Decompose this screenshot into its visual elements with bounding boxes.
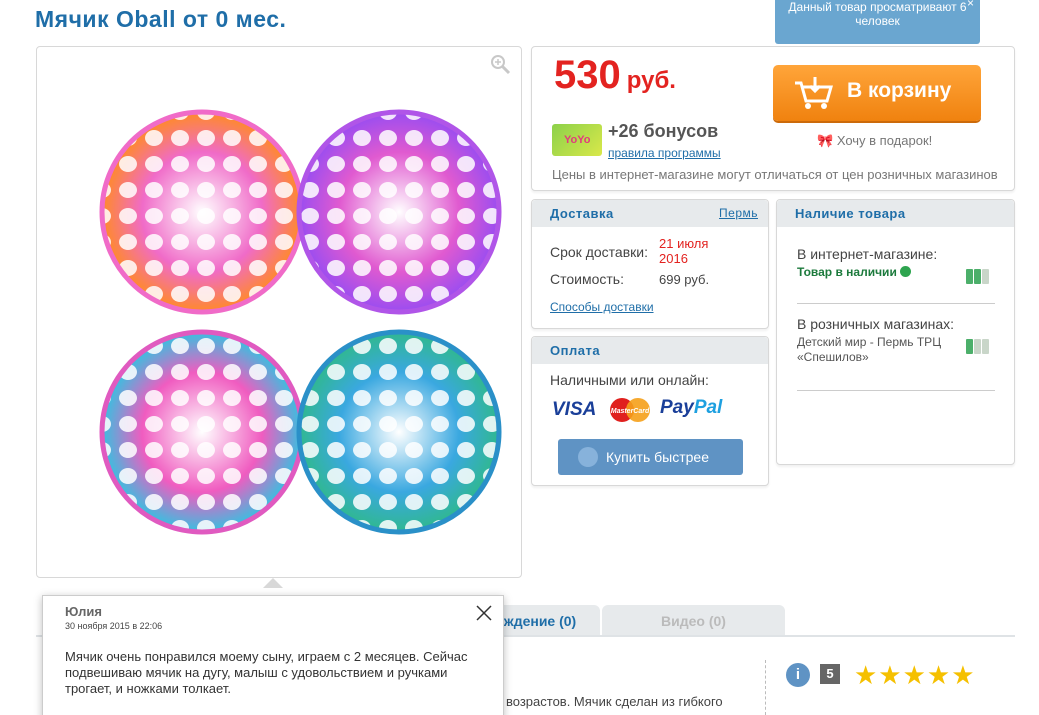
gallery-pointer — [263, 578, 283, 588]
bonus-card-icon: YoYo — [552, 124, 602, 156]
city-link[interactable]: Пермь — [719, 206, 758, 220]
stock-level-bar — [966, 269, 973, 284]
stock-retail-bars — [966, 339, 990, 359]
review-text: Мячик очень понравился моему сыну, играе… — [65, 649, 468, 696]
bonus-card-label: YoYo — [564, 134, 591, 146]
stock-retail-label: В розничных магазинах: — [797, 316, 955, 332]
review-popup: Юлия 30 ноября 2015 в 22:06 Мячик очень … — [42, 595, 504, 715]
bonus-amount: +26 бонусов — [608, 121, 719, 141]
viewers-text: Данный товар просматривают 6 человек — [788, 0, 967, 28]
price-value: 530 — [554, 53, 621, 97]
check-icon — [899, 266, 911, 277]
star-rating: ★★★★★ — [854, 660, 976, 690]
cart-icon — [795, 77, 833, 109]
delivery-title: Доставка — [550, 206, 614, 221]
payment-card: Оплата Наличными или онлайн: VISA Master… — [531, 336, 769, 486]
gift-link[interactable]: 🎀 Хочу в подарок! — [817, 133, 932, 149]
bonus-rules-link[interactable]: правила программы — [608, 146, 721, 160]
delivery-term-label: Срок доставки: — [550, 244, 648, 260]
bag-icon — [578, 447, 598, 467]
divider — [797, 390, 995, 391]
product-image — [99, 109, 502, 535]
stock-level-bar — [974, 339, 981, 354]
stock-level-bar — [974, 269, 981, 284]
product-title: Мячик Oball от 0 мес. — [35, 6, 287, 32]
info-icon[interactable]: i — [786, 663, 810, 687]
price: 530 руб. — [554, 53, 676, 98]
description-text: возрастов. Мячик сделан из гибкого — [506, 694, 723, 709]
delivery-term-value: 21 июля 2016 — [659, 236, 709, 266]
rating-score: 5 — [820, 664, 840, 684]
delivery-card: Доставка Пермь Срок доставки: 21 июля 20… — [531, 199, 769, 329]
review-date: 30 ноября 2015 в 22:06 — [65, 621, 163, 631]
price-card: 530 руб. YoYo +26 бонусов правила програм… — [531, 46, 1015, 191]
buy-quick-button[interactable]: Купить быстрее — [558, 439, 743, 475]
tab-video[interactable]: Видео (0) — [602, 605, 785, 635]
add-to-cart-label: В корзину — [847, 79, 952, 102]
delivery-header: Доставка Пермь — [532, 200, 768, 227]
viewers-notice: Данный товар просматривают 6 человек × — [775, 0, 980, 44]
stock-online-bars — [966, 269, 990, 289]
close-icon[interactable] — [475, 604, 493, 622]
stock-online-label: В интернет-магазине: — [797, 246, 938, 262]
stock-retail-store[interactable]: Детский мир - Пермь ТРЦ «Спешилов» — [797, 335, 957, 365]
close-icon[interactable]: × — [967, 0, 974, 10]
delivery-methods-link[interactable]: Способы доставки — [550, 300, 654, 314]
gift-label: Хочу в подарок! — [836, 133, 933, 148]
price-currency: руб. — [626, 67, 676, 94]
bow-icon: 🎀 — [817, 133, 834, 148]
delivery-cost-value: 699 руб. — [659, 272, 710, 287]
mastercard-logo: MasterCard — [610, 398, 650, 422]
stock-online-status: Товар в наличии — [797, 265, 911, 279]
paypal-logo: PayPal — [660, 397, 722, 419]
paypal-text-b: Pal — [693, 397, 723, 418]
price-note: Цены в интернет-магазине могут отличатьс… — [552, 167, 998, 182]
paypal-text-a: Pay — [660, 397, 694, 418]
stock-header: Наличие товара — [777, 200, 1014, 227]
stock-level-bar — [982, 339, 989, 354]
mastercard-text: MasterCard — [611, 408, 650, 415]
divider — [765, 660, 766, 715]
stock-level-bar — [966, 339, 973, 354]
divider — [797, 303, 995, 304]
product-gallery[interactable] — [36, 46, 522, 578]
visa-logo: VISA — [552, 399, 597, 420]
review-author: Юлия — [65, 604, 102, 619]
delivery-cost-label: Стоимость: — [550, 271, 624, 287]
add-to-cart-button[interactable]: В корзину — [773, 65, 981, 121]
stock-level-bar — [982, 269, 989, 284]
stock-online-value: Товар в наличии — [797, 265, 897, 279]
payment-label: Наличными или онлайн: — [550, 372, 709, 388]
payment-header: Оплата — [532, 337, 768, 364]
stock-card: Наличие товара В интернет-магазине: Това… — [776, 199, 1015, 465]
buy-quick-label: Купить быстрее — [606, 449, 710, 465]
